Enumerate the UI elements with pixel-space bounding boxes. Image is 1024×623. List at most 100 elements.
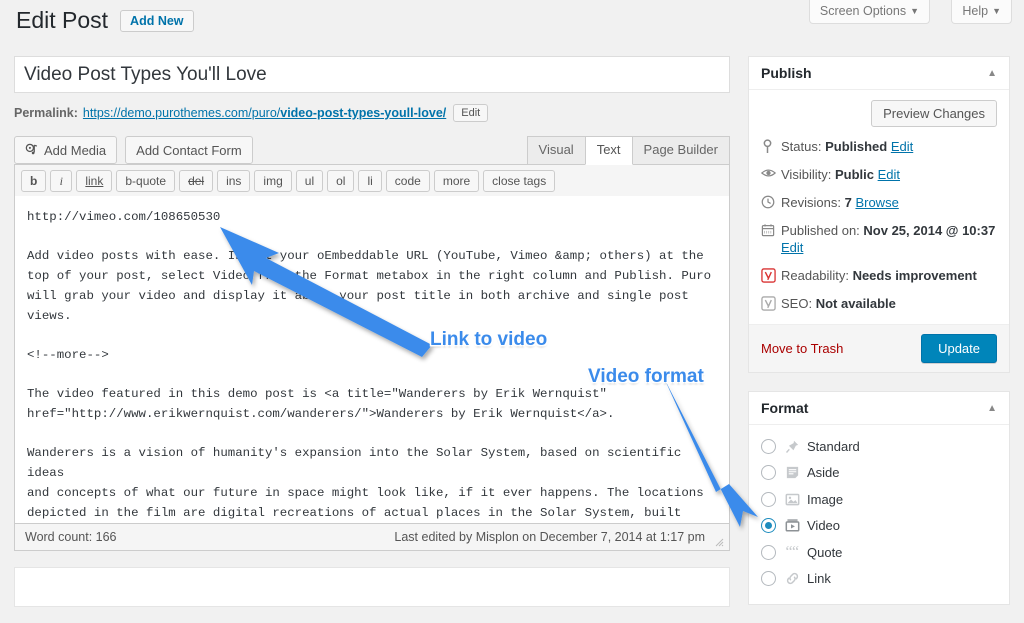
quicktag-ins[interactable]: ins [217, 170, 250, 192]
add-media-button[interactable]: Add Media [14, 136, 117, 164]
post-title-input[interactable] [14, 56, 730, 93]
visibility-row: Visibility: Public Edit [761, 166, 997, 183]
chevron-up-icon[interactable]: ▲ [987, 68, 997, 79]
format-label-video: Video [807, 518, 840, 533]
format-radio-image[interactable] [761, 492, 776, 507]
format-option-image[interactable]: Image [761, 486, 997, 513]
status-text: Status: Published Edit [781, 138, 913, 155]
quicktag-del[interactable]: del [179, 170, 213, 192]
publish-panel-header[interactable]: Publish ▲ [749, 57, 1009, 90]
readability-row: Readability: Needs improvement [761, 267, 997, 284]
screen-options-button[interactable]: Screen Options ▼ [809, 0, 930, 24]
format-option-aside[interactable]: Aside [761, 460, 997, 487]
preview-changes-button[interactable]: Preview Changes [871, 100, 997, 127]
published-on-value: Nov 25, 2014 @ 10:37 [863, 223, 995, 238]
format-label-aside: Aside [807, 465, 840, 480]
visibility-value: Public [835, 167, 874, 182]
format-label-quote: Quote [807, 545, 842, 560]
status-edit-link[interactable]: Edit [891, 139, 913, 154]
published-on-row: Published on: Nov 25, 2014 @ 10:37 Edit [761, 222, 997, 256]
quicktag-link[interactable]: link [76, 170, 112, 192]
add-contact-form-button[interactable]: Add Contact Form [125, 136, 253, 164]
format-option-link[interactable]: Link [761, 566, 997, 593]
format-option-video[interactable]: Video [761, 513, 997, 540]
readability-label: Readability: [781, 268, 849, 283]
format-label-link: Link [807, 571, 831, 586]
update-button[interactable]: Update [921, 334, 997, 363]
help-button[interactable]: Help▼ [951, 0, 1012, 24]
quicktags-toolbar: bilinkb-quotedelinsimgulollicodemoreclos… [14, 164, 730, 196]
readability-text: Readability: Needs improvement [781, 267, 977, 284]
post-editor-column: Permalink: https://demo.purothemes.com/p… [14, 56, 730, 607]
revisions-value: 7 [845, 195, 852, 210]
chevron-up-icon[interactable]: ▲ [987, 403, 997, 414]
quote-icon: ““ [785, 545, 807, 560]
revisions-text: Revisions: 7 Browse [781, 194, 899, 211]
format-panel-header[interactable]: Format ▲ [749, 392, 1009, 425]
editor-tab-page-builder[interactable]: Page Builder [632, 136, 730, 164]
quicktag-i[interactable]: i [50, 170, 72, 192]
page-title: Edit Post [16, 6, 108, 35]
chevron-down-icon: ▼ [910, 6, 919, 16]
last-edited-text: Last edited by Misplon on December 7, 20… [394, 530, 705, 544]
status-value: Published [825, 139, 887, 154]
format-radio-link[interactable] [761, 571, 776, 586]
format-radio-standard[interactable] [761, 439, 776, 454]
note-icon [785, 465, 807, 480]
format-label-image: Image [807, 492, 843, 507]
publish-panel-title: Publish [761, 65, 812, 81]
calendar-icon [761, 222, 781, 237]
quicktag-b-quote[interactable]: b-quote [116, 170, 175, 192]
word-count: Word count: 166 [25, 530, 117, 544]
readability-value: Needs improvement [853, 268, 977, 283]
published-on-text: Published on: Nov 25, 2014 @ 10:37 Edit [781, 222, 997, 256]
seo-row: SEO: Not available [761, 295, 997, 312]
move-to-trash-link[interactable]: Move to Trash [761, 341, 843, 356]
add-media-label: Add Media [44, 143, 106, 158]
permalink-row: Permalink: https://demo.purothemes.com/p… [14, 102, 730, 124]
media-icon [25, 143, 39, 157]
resize-handle-icon[interactable] [714, 537, 724, 547]
revisions-row: Revisions: 7 Browse [761, 194, 997, 211]
quicktag-ol[interactable]: ol [327, 170, 354, 192]
quicktag-img[interactable]: img [254, 170, 291, 192]
editor-tab-text[interactable]: Text [585, 136, 633, 165]
quicktag-more[interactable]: more [434, 170, 479, 192]
format-radio-aside[interactable] [761, 465, 776, 480]
quicktag-ul[interactable]: ul [296, 170, 323, 192]
editor-tabs: VisualTextPage Builder [528, 136, 730, 164]
post-content-editor[interactable]: http://vimeo.com/108650530 Add video pos… [14, 196, 730, 524]
revisions-browse-link[interactable]: Browse [855, 195, 898, 210]
quicktag-li[interactable]: li [358, 170, 381, 192]
screen-options-label: Screen Options [820, 4, 906, 18]
quicktag-close-tags[interactable]: close tags [483, 170, 555, 192]
page-heading-row: Edit Post Add New [16, 6, 194, 35]
video-icon [785, 518, 807, 533]
image-icon [785, 492, 807, 507]
format-options-list: StandardAsideImageVideo““QuoteLink [749, 425, 1009, 604]
published-on-edit-link[interactable]: Edit [781, 240, 803, 255]
format-radio-quote[interactable] [761, 545, 776, 560]
pin-icon [761, 138, 781, 154]
published-on-label: Published on: [781, 223, 860, 238]
format-label-standard: Standard [807, 439, 860, 454]
add-new-button[interactable]: Add New [120, 10, 193, 32]
format-option-quote[interactable]: ““Quote [761, 539, 997, 566]
quicktag-code[interactable]: code [386, 170, 430, 192]
permalink-edit-button[interactable]: Edit [453, 104, 488, 122]
media-buttons-row: Add Media Add Contact Form VisualTextPag… [14, 136, 730, 164]
quicktag-b[interactable]: b [21, 170, 46, 192]
format-radio-video[interactable] [761, 518, 776, 533]
permalink-link[interactable]: https://demo.purothemes.com/puro/video-p… [83, 106, 446, 120]
visibility-label: Visibility: [781, 167, 831, 182]
seo-label: SEO: [781, 296, 812, 311]
editor-tab-visual[interactable]: Visual [527, 136, 586, 164]
publish-panel: Publish ▲ Preview Changes Status: Publis… [748, 56, 1010, 373]
visibility-text: Visibility: Public Edit [781, 166, 900, 183]
visibility-edit-link[interactable]: Edit [878, 167, 900, 182]
svg-text:“: “ [792, 545, 799, 560]
post-content-text: http://vimeo.com/108650530 Add video pos… [27, 208, 717, 524]
chevron-down-icon: ▼ [992, 6, 1001, 16]
format-option-standard[interactable]: Standard [761, 433, 997, 460]
link-icon [785, 571, 807, 586]
